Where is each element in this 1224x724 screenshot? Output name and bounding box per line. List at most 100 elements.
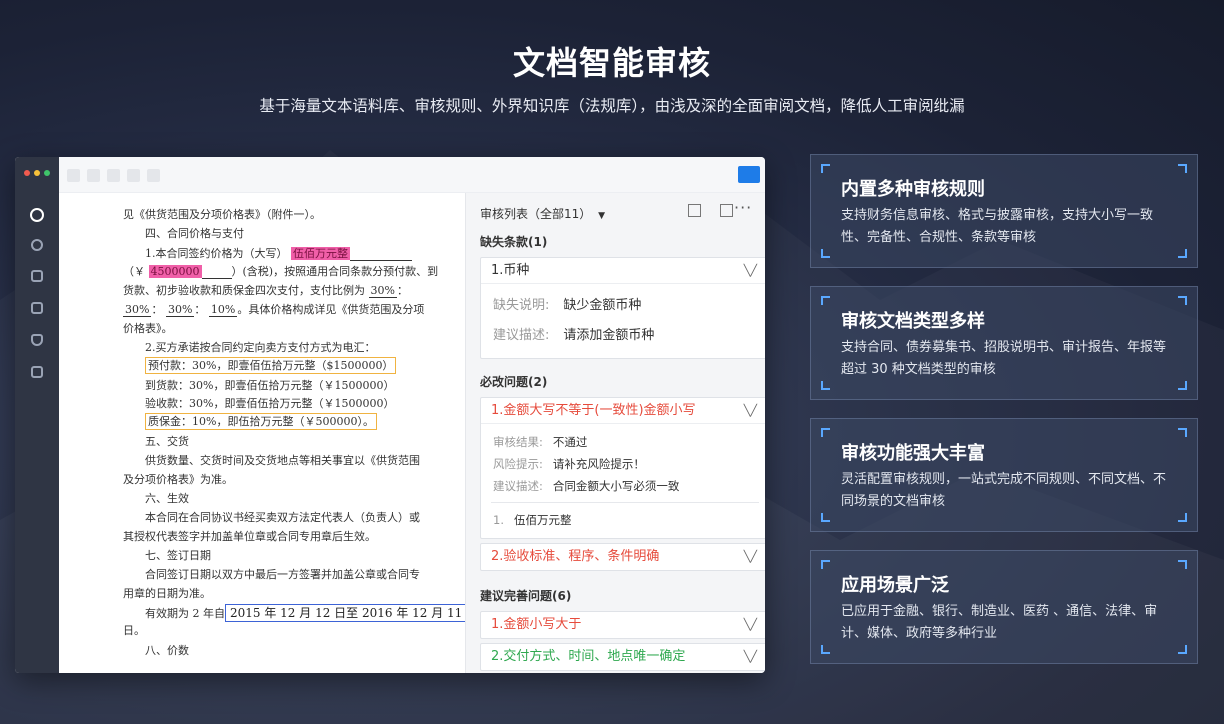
suggest-item1-card[interactable]: 1.金额小写大于 ╲╱ (480, 611, 765, 639)
doc-line: 用章的日期为准。 (123, 587, 211, 600)
toolbar-button-3[interactable] (107, 169, 120, 182)
reference-text: 伍佰万元整 (513, 513, 572, 527)
corner-decoration (821, 645, 830, 654)
doc-heading: 八、价数 (145, 644, 189, 657)
doc-text: ）(含税)，按照通用合同条款分预付款、到 (231, 265, 439, 278)
suggest-item1-header[interactable]: 1.金额小写大于 ╲╱ (481, 612, 765, 638)
doc-heading: 七、签订日期 (145, 549, 211, 562)
doc-line: 预付款：30%，即壹佰伍拾万元整（$1500000） (145, 357, 397, 374)
corner-decoration (1178, 249, 1187, 258)
minimize-dot[interactable] (34, 170, 40, 176)
feature-card-doc-types: 审核文档类型多样 支持合同、债券募集书、招股说明书、审计报告、年报等超过 30 … (810, 286, 1198, 400)
doc-line: 价格表》。 (123, 322, 173, 335)
highlight-prepayment[interactable]: 预付款：30%，即壹佰伍拾万元整（$1500000） (145, 357, 397, 374)
must-result-row: 审核结果: 不通过 (493, 434, 587, 450)
must-item2-header[interactable]: 2.验收标准、程序、条件明确 ╲╱ (481, 544, 765, 570)
doc-text: ： (194, 303, 206, 316)
corner-decoration (821, 513, 830, 522)
doc-underline: 30% (165, 303, 195, 317)
chevron-down-icon: ╲╱ (743, 650, 757, 663)
document-viewer[interactable]: 见《供货范围及分项价格表》（附件一）。 四、合同价格与支付 1.本合同签约价格为… (59, 193, 465, 673)
suggest-item2-card[interactable]: 2.交付方式、时间、地点唯一确定 ╲╱ (480, 643, 765, 671)
corner-decoration (821, 381, 830, 390)
corner-decoration (1178, 560, 1187, 569)
doc-underline: 10% (208, 303, 238, 317)
review-list-dropdown[interactable]: 审核列表（全部11） ▼ (480, 205, 605, 222)
section-suggest-title: 建议完善问题(6) (480, 589, 572, 603)
feature-title: 内置多种审核规则 (841, 179, 985, 200)
corner-decoration (1178, 645, 1187, 654)
missing-desc-key: 缺失说明: (493, 298, 550, 313)
toolbar-button-5[interactable] (147, 169, 160, 182)
feature-card-rules: 内置多种审核规则 支持财务信息审核、格式与披露审核，支持大小写一致性、完备性、合… (810, 154, 1198, 268)
logo-icon[interactable] (30, 208, 44, 222)
hero-title: 文档智能审核 (512, 44, 711, 82)
doc-text: （￥ (123, 265, 145, 278)
missing-sugg-value: 请添加金额币种 (563, 328, 655, 343)
settings-icon[interactable] (31, 239, 43, 251)
must-sugg-row: 建议描述: 合同金额大小写必须一致 (493, 478, 679, 494)
close-dot[interactable] (24, 170, 30, 176)
highlight-validity-period[interactable]: 2015 年 12 月 12 日至 2016 年 12 月 11 (225, 604, 465, 622)
feature-title: 应用场景广泛 (841, 575, 949, 596)
suggest-item2-header[interactable]: 2.交付方式、时间、地点唯一确定 ╲╱ (481, 644, 765, 670)
missing-sugg-row: 建议描述: 请添加金额币种 (493, 324, 654, 343)
must-sugg-value: 合同金额大小写必须一致 (552, 479, 680, 493)
suggest-item1-label: 1.金额小写大于 (491, 617, 582, 632)
hero-subtitle: 基于海量文本语料库、审核规则、外界知识库（法规库），由浅及深的全面审阅文档，降低… (259, 97, 965, 115)
doc-line: 其授权代表签字并加盖单位章或合同专用章后生效。 (123, 530, 376, 543)
doc-heading: 五、交货 (145, 435, 189, 448)
doc-line: 验收款：30%，即壹佰伍拾万元整（￥1500000） (145, 397, 395, 410)
doc-line: 供货数量、交货时间及交货地点等相关事宜以《供货范围 (145, 454, 420, 467)
doc-line: 2.买方承诺按合同约定向卖方支付方式为电汇： (145, 341, 376, 354)
feature-card-functions: 审核功能强大丰富 灵活配置审核规则，一站式完成不同规则、不同文档、不同场景的文档… (810, 418, 1198, 532)
corner-decoration (821, 164, 830, 173)
missing-item-header[interactable]: 1.币种 ╲╱ (481, 258, 765, 284)
doc-text: 有效期为 2 年自 (145, 607, 225, 620)
divider (491, 502, 759, 503)
review-list-label: 审核列表（全部11） (480, 207, 592, 221)
feature-desc: 支持财务信息审核、格式与披露审核，支持大小写一致性、完备性、合规性、条款等审核 (841, 208, 1154, 245)
document-icon[interactable] (31, 302, 43, 314)
must-risk-key: 风险提示: (493, 457, 543, 471)
corner-decoration (1178, 428, 1187, 437)
chevron-down-icon: ╲╱ (743, 404, 757, 417)
maximize-dot[interactable] (44, 170, 50, 176)
doc-line: 货款、初步验收款和质保金四次支付，支付比例为 30%： (123, 284, 408, 298)
shield-icon[interactable] (31, 334, 43, 346)
toolbar-button-4[interactable] (127, 169, 140, 182)
doc-text: 货款、初步验收款和质保金四次支付，支付比例为 (123, 284, 365, 297)
must-item2-label: 2.验收标准、程序、条件明确 (491, 549, 660, 564)
must-item2-card[interactable]: 2.验收标准、程序、条件明确 ╲╱ (480, 543, 765, 571)
feature-desc: 支持合同、债券募集书、招股说明书、审计报告、年报等超过 30 种文档类型的审核 (841, 340, 1167, 377)
highlight-amount-lower[interactable]: 4500000 (148, 265, 202, 278)
missing-sugg-key: 建议描述: (493, 328, 550, 343)
doc-underline: 30% (368, 284, 397, 298)
collapse-all-icon[interactable] (720, 204, 733, 217)
toolbar (59, 157, 765, 193)
expand-all-icon[interactable] (688, 204, 701, 217)
missing-item-card: 1.币种 ╲╱ 缺失说明: 缺少金额币种 建议描述: 请添加金额币种 (480, 257, 765, 359)
export-icon[interactable] (31, 366, 43, 378)
toolbar-button-1[interactable] (67, 169, 80, 182)
must-item-label: 1.金额大写不等于(一致性)金额小写 (491, 403, 696, 418)
doc-text: 1.本合同签约价格为（大写） (145, 247, 288, 260)
must-item-header[interactable]: 1.金额大写不等于(一致性)金额小写 ╲╱ (481, 398, 765, 424)
doc-text: ： (396, 284, 408, 297)
feature-title: 审核功能强大丰富 (841, 443, 985, 464)
suggest-item2-label: 2.交付方式、时间、地点唯一确定 (491, 649, 686, 664)
highlight-warranty[interactable]: 质保金：10%，即伍拾万元整（￥500000）。 (145, 413, 377, 430)
must-risk-value: 请补充风险提示！ (552, 457, 645, 471)
doc-line: 合同签订日期以双方中最后一方签署并加盖公章或合同专 (145, 568, 420, 581)
must-result-key: 审核结果: (493, 435, 543, 449)
doc-line: 质保金：10%，即伍拾万元整（￥500000）。 (145, 413, 377, 430)
more-icon[interactable]: ··· (734, 198, 752, 217)
caret-down-icon: ▼ (598, 211, 606, 221)
home-icon[interactable] (31, 270, 43, 282)
corner-decoration (821, 296, 830, 305)
must-reference-row[interactable]: 1. 伍佰万元整 (493, 512, 571, 528)
primary-action-button[interactable] (738, 166, 760, 183)
doc-line: （￥ 4500000 ）(含税)，按照通用合同条款分预付款、到 (123, 265, 438, 279)
highlight-amount-upper[interactable]: 伍佰万元整 (291, 247, 350, 260)
toolbar-button-2[interactable] (87, 169, 100, 182)
